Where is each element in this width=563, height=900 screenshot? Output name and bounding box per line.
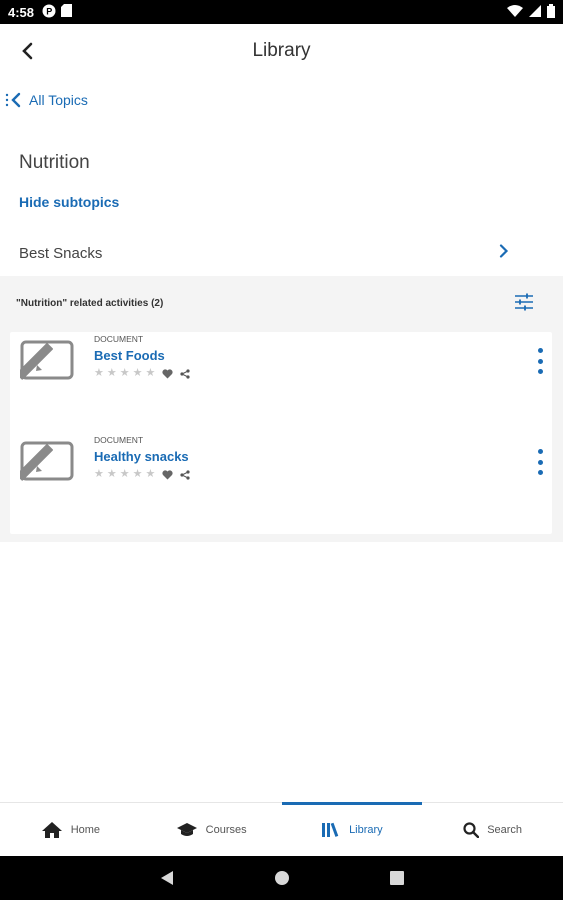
- heart-icon[interactable]: [162, 469, 173, 480]
- bottom-navigation: Home Courses Library Search: [0, 802, 563, 856]
- search-icon: [463, 821, 480, 838]
- hide-subtopics-link[interactable]: Hide subtopics: [19, 194, 119, 210]
- heart-icon[interactable]: [162, 368, 173, 379]
- graduation-cap-icon: [176, 822, 197, 836]
- activities-header: "Nutrition" related activities (2): [16, 298, 164, 309]
- related-activities-panel: "Nutrition" related activities (2) DOCUM…: [0, 276, 563, 542]
- topic-title: Nutrition: [19, 152, 90, 173]
- activity-title[interactable]: Healthy snacks: [94, 449, 189, 464]
- star-icon[interactable]: ★: [133, 368, 143, 379]
- chevron-right-icon: [499, 243, 509, 263]
- more-options-button[interactable]: [533, 348, 547, 374]
- sd-card-icon: [61, 4, 73, 20]
- library-books-icon: [322, 822, 339, 837]
- activity-type: DOCUMENT: [94, 334, 144, 344]
- subtopic-label: Best Snacks: [19, 244, 103, 262]
- document-edit-icon: [16, 334, 80, 384]
- system-navigation-bar: [0, 856, 563, 900]
- share-icon[interactable]: [180, 368, 190, 379]
- star-icon[interactable]: ★: [107, 469, 117, 480]
- star-icon[interactable]: ★: [133, 469, 143, 480]
- back-to-topics-icon: [5, 92, 21, 108]
- page-title: Library: [252, 40, 311, 61]
- nav-courses[interactable]: Courses: [141, 803, 282, 856]
- star-icon[interactable]: ★: [146, 469, 156, 480]
- signal-icon: [529, 4, 541, 20]
- filter-button[interactable]: [514, 293, 536, 313]
- svg-text:P: P: [46, 6, 52, 16]
- nav-courses-label: Courses: [205, 823, 247, 836]
- activities-card: DOCUMENT Best Foods ★ ★ ★ ★ ★ DOCUMENT H…: [10, 332, 552, 534]
- list-item[interactable]: DOCUMENT Best Foods ★ ★ ★ ★ ★: [10, 334, 552, 394]
- nav-search-label: Search: [487, 823, 523, 836]
- more-dot: [537, 358, 543, 364]
- nav-library[interactable]: Library: [281, 802, 423, 856]
- nav-home[interactable]: Home: [0, 803, 141, 856]
- subtopic-item-best-snacks[interactable]: Best Snacks: [0, 232, 563, 274]
- activity-title[interactable]: Best Foods: [94, 348, 165, 363]
- tune-icon: [515, 293, 533, 311]
- status-time: 4:58: [8, 4, 35, 20]
- wifi-icon: [507, 4, 523, 20]
- system-recents-icon[interactable]: [389, 871, 404, 885]
- all-topics-label: All Topics: [29, 92, 88, 108]
- home-icon: [41, 821, 62, 838]
- star-icon[interactable]: ★: [94, 368, 104, 379]
- back-button[interactable]: [14, 38, 40, 64]
- more-dot: [537, 459, 543, 465]
- nav-home-label: Home: [70, 823, 101, 836]
- more-dot: [537, 449, 543, 454]
- all-topics-link[interactable]: All Topics: [5, 92, 88, 108]
- document-edit-icon: [16, 435, 80, 485]
- system-back-icon[interactable]: [160, 870, 174, 886]
- status-bar: 4:58 P: [0, 0, 563, 24]
- system-home-icon[interactable]: [274, 870, 290, 886]
- share-icon[interactable]: [180, 469, 190, 480]
- more-dot: [537, 369, 543, 374]
- more-options-button[interactable]: [533, 449, 547, 475]
- activity-type: DOCUMENT: [94, 435, 144, 445]
- star-icon[interactable]: ★: [120, 368, 130, 379]
- star-icon[interactable]: ★: [120, 469, 130, 480]
- star-icon[interactable]: ★: [146, 368, 156, 379]
- activity-meta: ★ ★ ★ ★ ★: [94, 368, 190, 379]
- battery-icon: [547, 3, 555, 21]
- nav-search[interactable]: Search: [422, 803, 563, 856]
- nav-library-label: Library: [349, 823, 383, 836]
- more-dot: [537, 348, 543, 353]
- back-arrow-icon: [22, 42, 33, 60]
- activity-meta: ★ ★ ★ ★ ★: [94, 469, 190, 480]
- more-dot: [537, 470, 543, 475]
- notification-p-icon: P: [42, 4, 56, 21]
- star-icon[interactable]: ★: [94, 469, 104, 480]
- star-icon[interactable]: ★: [107, 368, 117, 379]
- app-bar: Library: [0, 24, 563, 78]
- list-item[interactable]: DOCUMENT Healthy snacks ★ ★ ★ ★ ★: [10, 435, 552, 495]
